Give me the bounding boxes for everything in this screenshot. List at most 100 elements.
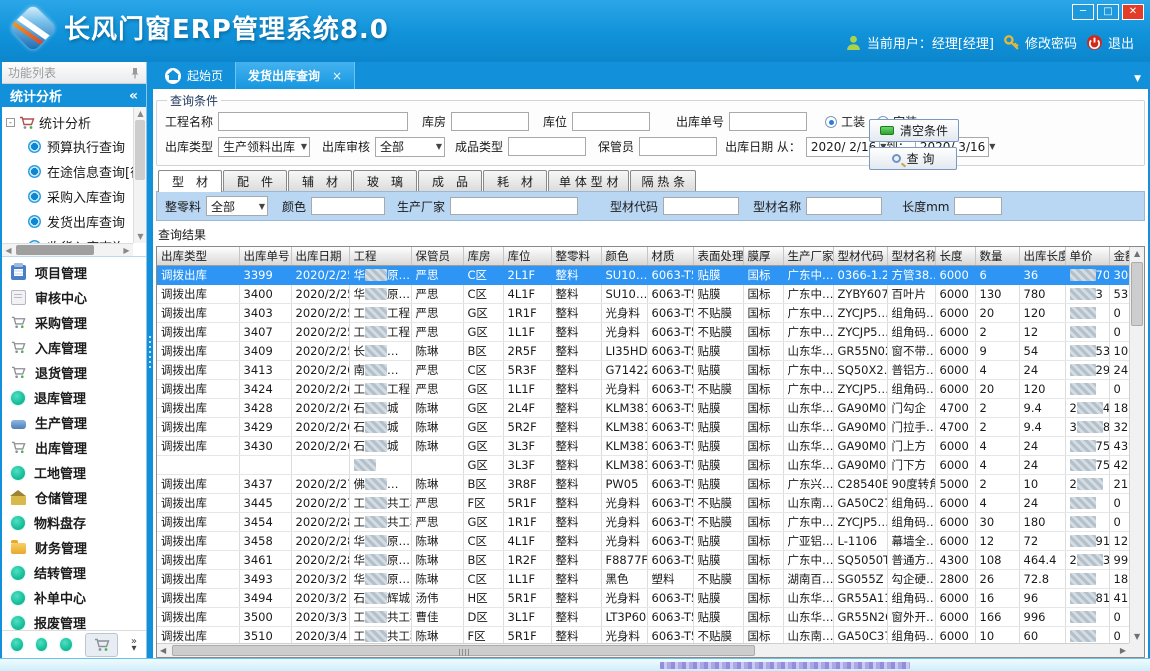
grid-column-header[interactable]: 出库日期 xyxy=(291,247,349,265)
material-tab[interactable]: 玻 璃 xyxy=(353,170,417,191)
sidebar-module-报废管理[interactable]: 报废管理 xyxy=(2,610,146,630)
grid-column-header[interactable]: 整零料 xyxy=(551,247,601,265)
material-tab[interactable]: 型 材 xyxy=(158,170,222,192)
close-button[interactable]: ✕ xyxy=(1122,4,1144,20)
grid-hscroll-thumb[interactable] xyxy=(172,645,755,656)
grid-column-header[interactable]: 表面处理 xyxy=(693,247,743,265)
table-row[interactable]: 调拨出库34072020/2/25工工程严思G区1L1F整料光身料6063-T5… xyxy=(157,322,1129,341)
module-dot-icon[interactable] xyxy=(60,638,72,651)
sidebar-module-补单中心[interactable]: 补单中心 xyxy=(2,585,146,610)
grid-column-header[interactable]: 数量 xyxy=(975,247,1019,265)
warehouse-input[interactable] xyxy=(451,112,529,131)
sidebar-module-生产管理[interactable]: 生产管理 xyxy=(2,410,146,435)
tree-vertical-scrollbar[interactable]: ▲ ▼ xyxy=(133,107,146,243)
grid-vscroll-thumb[interactable] xyxy=(1131,262,1143,326)
tree-item[interactable]: 预算执行查询 xyxy=(6,134,134,159)
sidebar-module-仓储管理[interactable]: 仓储管理 xyxy=(2,485,146,510)
scroll-down-icon[interactable]: ▼ xyxy=(134,230,146,243)
project-name-input[interactable] xyxy=(218,112,408,131)
table-row[interactable]: 调拨出库34302020/2/26石城陈琳G区3L3F整料KLM38176063… xyxy=(157,436,1129,455)
grid-column-header[interactable]: 库房 xyxy=(463,247,503,265)
manufacturer-input[interactable] xyxy=(450,197,578,215)
material-tab[interactable]: 辅 材 xyxy=(288,170,352,191)
table-row[interactable]: 调拨出库34092020/2/25长…陈琳B区2R5F整料LI35HD6063-… xyxy=(157,341,1129,360)
tab-overflow-icon[interactable]: ▼ xyxy=(1134,74,1141,84)
sidebar-module-出库管理[interactable]: 出库管理 xyxy=(2,435,146,460)
audit-select[interactable]: 全部▼ xyxy=(375,137,445,157)
table-row[interactable]: 调拨出库34942020/3/2石辉城汤伟H区5R1F整料光身料6063-T5贴… xyxy=(157,588,1129,607)
stats-panel-header[interactable]: 统计分析 « xyxy=(2,84,146,107)
tree-root-stats[interactable]: -统计分析 xyxy=(6,111,134,134)
grid-column-header[interactable]: 出库类型 xyxy=(157,247,239,265)
tree-horizontal-scrollbar[interactable]: ◀ ▶ xyxy=(2,243,133,256)
material-tab[interactable]: 单 体 型 材 xyxy=(548,170,629,191)
table-row[interactable]: 调拨出库34542020/2/28工共工程严思G区1R1F整料光身料6063-T… xyxy=(157,512,1129,531)
pin-icon[interactable] xyxy=(130,67,140,79)
tree-item[interactable]: 采购入库查询 xyxy=(6,184,134,209)
whole-part-select[interactable]: 全部▼ xyxy=(206,196,268,216)
grid-column-header[interactable]: 生产厂家 xyxy=(783,247,833,265)
module-dot-icon[interactable] xyxy=(36,638,48,651)
keeper-input[interactable] xyxy=(639,137,717,156)
grid-column-header[interactable]: 库位 xyxy=(503,247,551,265)
table-row[interactable]: 调拨出库34612020/2/28华原…陈琳B区1R2F整料F8877FT606… xyxy=(157,550,1129,569)
grid-horizontal-scrollbar[interactable]: ◀ ▶ xyxy=(157,643,1129,657)
maximize-button[interactable]: □ xyxy=(1097,4,1119,20)
sidebar-module-物料盘存[interactable]: 物料盘存 xyxy=(2,510,146,535)
scroll-up-icon[interactable]: ▲ xyxy=(134,107,146,120)
sidebar-module-结转管理[interactable]: 结转管理 xyxy=(2,560,146,585)
sidebar-module-采购管理[interactable]: 采购管理 xyxy=(2,310,146,335)
table-row[interactable]: 调拨出库34242020/2/26工工程严思G区1L1F整料光身料6063-T5… xyxy=(157,379,1129,398)
out-type-select[interactable]: 生产领料出库▼ xyxy=(218,137,310,157)
color-input[interactable] xyxy=(311,197,385,215)
table-row[interactable]: 调拨出库34002020/2/25华原…严思C区4L1F整料SU10…6063-… xyxy=(157,284,1129,303)
material-tab[interactable]: 耗 材 xyxy=(483,170,547,191)
grid-column-header[interactable]: 颜色 xyxy=(601,247,647,265)
clear-conditions-button[interactable]: 清空条件 xyxy=(869,119,959,142)
minimize-button[interactable]: ─ xyxy=(1072,4,1094,20)
grid-column-header[interactable]: 金额 xyxy=(1109,247,1129,265)
table-row[interactable]: 调拨出库34932020/3/2华原…陈琳C区1L1F整料黑色塑料不贴膜国标湖南… xyxy=(157,569,1129,588)
tree-expander-icon[interactable]: - xyxy=(6,118,15,127)
change-password-button[interactable]: 修改密码 xyxy=(1003,33,1077,52)
scroll-left-icon[interactable]: ◀ xyxy=(2,244,15,257)
tree-hscroll-thumb[interactable] xyxy=(16,245,94,255)
product-type-input[interactable] xyxy=(508,137,586,156)
grid-column-header[interactable]: 材质 xyxy=(647,247,693,265)
grid-column-header[interactable]: 保管员 xyxy=(411,247,463,265)
sidebar-module-退库管理[interactable]: 退库管理 xyxy=(2,385,146,410)
close-tab-icon[interactable]: × xyxy=(332,69,342,83)
table-row[interactable]: 调拨出库34372020/2/27佛…陈琳B区3R8F整料PW056063-T5… xyxy=(157,474,1129,493)
sidebar-module-退货管理[interactable]: 退货管理 xyxy=(2,360,146,385)
order-no-input[interactable] xyxy=(729,112,807,131)
profile-code-input[interactable] xyxy=(663,197,739,215)
scroll-down-icon[interactable]: ▼ xyxy=(1134,632,1140,641)
grid-column-header[interactable]: 型材名称 xyxy=(887,247,935,265)
scroll-right-icon[interactable]: ▶ xyxy=(1120,646,1126,655)
module-dot-icon[interactable] xyxy=(11,638,23,651)
sidebar-module-审核中心[interactable]: 审核中心 xyxy=(2,285,146,310)
sidebar-module-财务管理[interactable]: 财务管理 xyxy=(2,535,146,560)
grid-column-header[interactable]: 膜厚 xyxy=(743,247,783,265)
more-modules-button[interactable]: »▾ xyxy=(131,638,137,652)
grid-column-header[interactable]: 单价 xyxy=(1065,247,1109,265)
table-row[interactable]: 调拨出库34282020/2/26石城陈琳G区2L4F整料KLM38176063… xyxy=(157,398,1129,417)
sidebar-module-入库管理[interactable]: 入库管理 xyxy=(2,335,146,360)
length-input[interactable] xyxy=(954,197,1002,215)
tab-shipment-query[interactable]: 发货出库查询 × xyxy=(235,62,355,89)
grid-column-header[interactable]: 长度 xyxy=(935,247,975,265)
material-tab[interactable]: 隔 热 条 xyxy=(630,170,696,191)
table-row[interactable]: 调拨出库34582020/2/28华原…陈琳C区4L1F整料光身料6063-T5… xyxy=(157,531,1129,550)
table-row[interactable]: 调拨出库33992020/2/25华原…严思C区2L1F整料SU10…6063-… xyxy=(157,265,1129,284)
grid-column-header[interactable]: 型材代码 xyxy=(833,247,887,265)
material-tab[interactable]: 成 品 xyxy=(418,170,482,191)
grid-vertical-scrollbar[interactable]: ▲ ▼ xyxy=(1129,247,1144,643)
profile-name-input[interactable] xyxy=(806,197,882,215)
table-row[interactable]: 调拨出库34132020/2/26南…严思C区5R3F整料G714226063-… xyxy=(157,360,1129,379)
table-row[interactable]: G区3L3F整料KLM38176063-T5贴膜国标山东华…GA90M09…门下… xyxy=(157,455,1129,474)
tree-vscroll-thumb[interactable] xyxy=(135,120,145,180)
tree-item[interactable]: 在途信息查询[待 xyxy=(6,159,134,184)
scroll-up-icon[interactable]: ▲ xyxy=(1134,249,1140,258)
logout-button[interactable]: 退出 xyxy=(1086,33,1134,52)
grid-column-header[interactable]: 出库长度 xyxy=(1019,247,1065,265)
